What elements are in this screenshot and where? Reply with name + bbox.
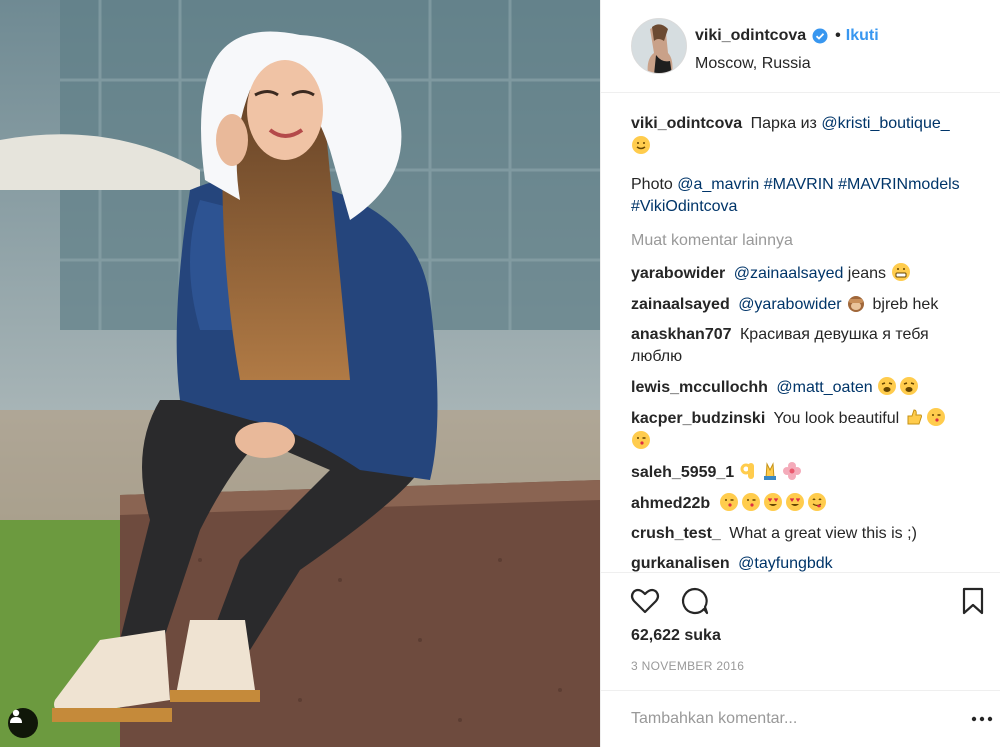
caption-mention[interactable]: @kristi_boutique_ [821,115,949,132]
comment-item: gurkanalisen @tayfungbdk [631,553,976,573]
wink-kiss-emoji-icon [926,407,946,427]
caption-text: Парка из [750,115,817,132]
comment-text: jeans [843,265,887,282]
comment-username[interactable]: anaskhan707 [631,326,732,343]
comment-mention[interactable]: @matt_oaten [776,379,872,396]
comment-item: ahmed22b [631,492,976,515]
wink-kiss-emoji-icon [719,492,739,512]
wink-kiss-emoji-icon [631,430,651,450]
comment-item: kacper_budzinski You look beautiful [631,407,976,453]
add-comment-bar [601,690,1000,747]
grin-emoji-icon [891,262,911,282]
tired-face-emoji-icon [899,376,919,396]
comment-username[interactable]: crush_test_ [631,525,721,542]
ok-hand-emoji-icon [738,461,758,481]
owner-username[interactable]: viki_odintcova [695,27,806,45]
separator-dot: • [835,27,841,44]
comment-username[interactable]: zainaalsayed [631,296,730,313]
load-more-comments-button[interactable]: Muat komentar lainnya [631,230,976,252]
comment-item: yarabowider @zainaalsayed jeans [631,262,976,285]
post-caption: viki_odintcova Парка из @kristi_boutique… [631,113,976,158]
comment-username[interactable]: ahmed22b [631,495,710,512]
sweat-smile-emoji-icon [631,135,651,155]
post-date: 3 NOVEMBER 2016 [631,659,745,673]
thumbs-up-emoji-icon [904,407,924,427]
photo-illustration [0,0,600,747]
post-location[interactable]: Moscow, Russia [695,55,811,73]
comment-mention[interactable]: @zainaalsayed [734,265,844,282]
comment-item: crush_test_ What a great view this is ;) [631,523,976,545]
credits-prefix: Photo [631,176,673,193]
post-owner-row: viki_odintcova • Ikuti [695,27,879,45]
heart-icon[interactable] [629,585,661,617]
comment-mention[interactable]: @tayfungbdk [738,555,833,572]
like-count[interactable]: 62,622 suka [631,627,721,645]
post-photo[interactable] [0,0,600,747]
comment-username[interactable]: kacper_budzinski [631,410,765,427]
post-caption-credits: Photo @a_mavrin #MAVRIN #MAVRINmodels #V… [631,174,976,218]
comment-icon[interactable] [679,585,711,617]
caption-username[interactable]: viki_odintcova [631,115,742,132]
wink-kiss-emoji-icon [741,492,761,512]
comment-username[interactable]: gurkanalisen [631,555,730,572]
pray-emoji-icon [760,461,780,481]
comment-mention[interactable]: @yarabowider [738,296,841,313]
flower-emoji-icon [782,461,802,481]
comment-text: You look beautiful [773,410,900,427]
user-tag-icon[interactable] [8,708,38,738]
credits-mention[interactable]: @a_mavrin [677,176,759,193]
comment-item: saleh_5959_1 [631,461,976,484]
comment-input[interactable] [631,706,951,732]
heart-eyes-emoji-icon [763,492,783,512]
comment-text: What a great view this is ;) [729,525,917,542]
post-sidebar: viki_odintcova • Ikuti Moscow, Russia vi… [600,0,1000,747]
comment-item: zainaalsayed @yarabowider bjreb hek [631,293,976,316]
more-options-icon[interactable] [971,711,993,727]
follow-button[interactable]: Ikuti [846,27,879,45]
bookmark-icon[interactable] [957,585,989,617]
post-header: viki_odintcova • Ikuti Moscow, Russia [601,0,1000,93]
post-actions: 62,622 suka 3 NOVEMBER 2016 [601,572,1000,692]
verified-badge-icon [812,28,828,44]
comment-item: anaskhan707 Красивая девушка я тебя любл… [631,324,976,368]
avatar[interactable] [631,18,687,74]
tired-face-emoji-icon [877,376,897,396]
comment-text: bjreb hek [868,296,939,313]
comment-item: lewis_mccullochh @matt_oaten [631,376,976,399]
heart-eyes-emoji-icon [785,492,805,512]
comments-list: viki_odintcova Парка из @kristi_boutique… [631,113,976,573]
comment-username[interactable]: lewis_mccullochh [631,379,768,396]
see-no-evil-monkey-emoji-icon [846,293,866,313]
comment-username[interactable]: saleh_5959_1 [631,464,734,481]
yum-emoji-icon [807,492,827,512]
comment-username[interactable]: yarabowider [631,265,725,282]
